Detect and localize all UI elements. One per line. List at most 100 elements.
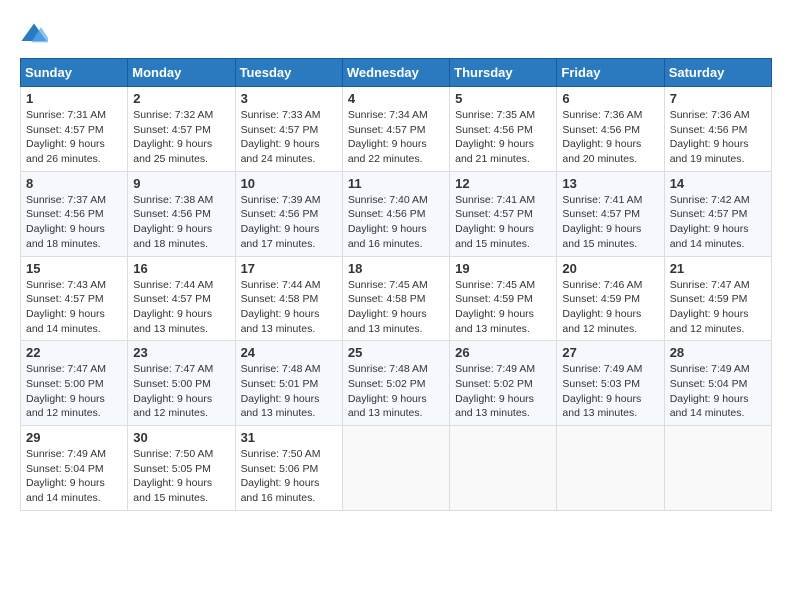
day-number: 9 bbox=[133, 176, 229, 191]
day-number: 15 bbox=[26, 261, 122, 276]
calendar-cell: 25 Sunrise: 7:48 AMSunset: 5:02 PMDaylig… bbox=[342, 341, 449, 426]
day-number: 8 bbox=[26, 176, 122, 191]
logo-icon bbox=[20, 20, 48, 48]
day-number: 14 bbox=[670, 176, 766, 191]
calendar-cell: 17 Sunrise: 7:44 AMSunset: 4:58 PMDaylig… bbox=[235, 256, 342, 341]
day-number: 10 bbox=[241, 176, 337, 191]
day-number: 24 bbox=[241, 345, 337, 360]
day-number: 17 bbox=[241, 261, 337, 276]
day-info: Sunrise: 7:38 AMSunset: 4:56 PMDaylight:… bbox=[133, 194, 213, 250]
calendar-cell: 1 Sunrise: 7:31 AMSunset: 4:57 PMDayligh… bbox=[21, 87, 128, 172]
day-info: Sunrise: 7:50 AMSunset: 5:05 PMDaylight:… bbox=[133, 448, 213, 504]
calendar-cell: 9 Sunrise: 7:38 AMSunset: 4:56 PMDayligh… bbox=[128, 171, 235, 256]
calendar-cell: 14 Sunrise: 7:42 AMSunset: 4:57 PMDaylig… bbox=[664, 171, 771, 256]
day-info: Sunrise: 7:36 AMSunset: 4:56 PMDaylight:… bbox=[562, 109, 642, 165]
calendar-cell: 11 Sunrise: 7:40 AMSunset: 4:56 PMDaylig… bbox=[342, 171, 449, 256]
day-info: Sunrise: 7:49 AMSunset: 5:04 PMDaylight:… bbox=[670, 363, 750, 419]
day-number: 2 bbox=[133, 91, 229, 106]
day-header-monday: Monday bbox=[128, 59, 235, 87]
day-info: Sunrise: 7:43 AMSunset: 4:57 PMDaylight:… bbox=[26, 279, 106, 335]
day-header-sunday: Sunday bbox=[21, 59, 128, 87]
day-info: Sunrise: 7:32 AMSunset: 4:57 PMDaylight:… bbox=[133, 109, 213, 165]
day-info: Sunrise: 7:45 AMSunset: 4:59 PMDaylight:… bbox=[455, 279, 535, 335]
calendar-week-row: 22 Sunrise: 7:47 AMSunset: 5:00 PMDaylig… bbox=[21, 341, 772, 426]
day-info: Sunrise: 7:33 AMSunset: 4:57 PMDaylight:… bbox=[241, 109, 321, 165]
calendar-cell bbox=[557, 426, 664, 511]
day-info: Sunrise: 7:48 AMSunset: 5:02 PMDaylight:… bbox=[348, 363, 428, 419]
day-number: 29 bbox=[26, 430, 122, 445]
calendar-cell: 10 Sunrise: 7:39 AMSunset: 4:56 PMDaylig… bbox=[235, 171, 342, 256]
day-info: Sunrise: 7:46 AMSunset: 4:59 PMDaylight:… bbox=[562, 279, 642, 335]
day-info: Sunrise: 7:44 AMSunset: 4:57 PMDaylight:… bbox=[133, 279, 213, 335]
day-number: 22 bbox=[26, 345, 122, 360]
day-number: 31 bbox=[241, 430, 337, 445]
day-header-thursday: Thursday bbox=[450, 59, 557, 87]
day-info: Sunrise: 7:34 AMSunset: 4:57 PMDaylight:… bbox=[348, 109, 428, 165]
day-number: 13 bbox=[562, 176, 658, 191]
calendar-cell: 20 Sunrise: 7:46 AMSunset: 4:59 PMDaylig… bbox=[557, 256, 664, 341]
day-number: 25 bbox=[348, 345, 444, 360]
day-info: Sunrise: 7:41 AMSunset: 4:57 PMDaylight:… bbox=[562, 194, 642, 250]
day-number: 1 bbox=[26, 91, 122, 106]
calendar-cell: 13 Sunrise: 7:41 AMSunset: 4:57 PMDaylig… bbox=[557, 171, 664, 256]
day-info: Sunrise: 7:36 AMSunset: 4:56 PMDaylight:… bbox=[670, 109, 750, 165]
calendar-cell: 12 Sunrise: 7:41 AMSunset: 4:57 PMDaylig… bbox=[450, 171, 557, 256]
calendar-table: SundayMondayTuesdayWednesdayThursdayFrid… bbox=[20, 58, 772, 511]
calendar-week-row: 15 Sunrise: 7:43 AMSunset: 4:57 PMDaylig… bbox=[21, 256, 772, 341]
day-number: 27 bbox=[562, 345, 658, 360]
calendar-cell: 5 Sunrise: 7:35 AMSunset: 4:56 PMDayligh… bbox=[450, 87, 557, 172]
calendar-cell: 6 Sunrise: 7:36 AMSunset: 4:56 PMDayligh… bbox=[557, 87, 664, 172]
day-number: 12 bbox=[455, 176, 551, 191]
day-header-friday: Friday bbox=[557, 59, 664, 87]
calendar-cell: 27 Sunrise: 7:49 AMSunset: 5:03 PMDaylig… bbox=[557, 341, 664, 426]
day-info: Sunrise: 7:50 AMSunset: 5:06 PMDaylight:… bbox=[241, 448, 321, 504]
calendar-cell: 16 Sunrise: 7:44 AMSunset: 4:57 PMDaylig… bbox=[128, 256, 235, 341]
day-header-wednesday: Wednesday bbox=[342, 59, 449, 87]
calendar-cell: 24 Sunrise: 7:48 AMSunset: 5:01 PMDaylig… bbox=[235, 341, 342, 426]
day-info: Sunrise: 7:42 AMSunset: 4:57 PMDaylight:… bbox=[670, 194, 750, 250]
day-number: 30 bbox=[133, 430, 229, 445]
calendar-week-row: 29 Sunrise: 7:49 AMSunset: 5:04 PMDaylig… bbox=[21, 426, 772, 511]
day-number: 16 bbox=[133, 261, 229, 276]
calendar-week-row: 1 Sunrise: 7:31 AMSunset: 4:57 PMDayligh… bbox=[21, 87, 772, 172]
day-info: Sunrise: 7:41 AMSunset: 4:57 PMDaylight:… bbox=[455, 194, 535, 250]
calendar-header-row: SundayMondayTuesdayWednesdayThursdayFrid… bbox=[21, 59, 772, 87]
day-number: 20 bbox=[562, 261, 658, 276]
day-info: Sunrise: 7:31 AMSunset: 4:57 PMDaylight:… bbox=[26, 109, 106, 165]
day-info: Sunrise: 7:40 AMSunset: 4:56 PMDaylight:… bbox=[348, 194, 428, 250]
calendar-cell: 22 Sunrise: 7:47 AMSunset: 5:00 PMDaylig… bbox=[21, 341, 128, 426]
calendar-cell: 18 Sunrise: 7:45 AMSunset: 4:58 PMDaylig… bbox=[342, 256, 449, 341]
day-info: Sunrise: 7:47 AMSunset: 5:00 PMDaylight:… bbox=[133, 363, 213, 419]
day-number: 21 bbox=[670, 261, 766, 276]
day-info: Sunrise: 7:49 AMSunset: 5:04 PMDaylight:… bbox=[26, 448, 106, 504]
day-info: Sunrise: 7:47 AMSunset: 4:59 PMDaylight:… bbox=[670, 279, 750, 335]
day-info: Sunrise: 7:49 AMSunset: 5:03 PMDaylight:… bbox=[562, 363, 642, 419]
calendar-cell: 4 Sunrise: 7:34 AMSunset: 4:57 PMDayligh… bbox=[342, 87, 449, 172]
calendar-cell: 29 Sunrise: 7:49 AMSunset: 5:04 PMDaylig… bbox=[21, 426, 128, 511]
day-info: Sunrise: 7:49 AMSunset: 5:02 PMDaylight:… bbox=[455, 363, 535, 419]
logo bbox=[20, 20, 48, 48]
page-header bbox=[20, 20, 772, 48]
day-number: 3 bbox=[241, 91, 337, 106]
day-info: Sunrise: 7:48 AMSunset: 5:01 PMDaylight:… bbox=[241, 363, 321, 419]
day-header-tuesday: Tuesday bbox=[235, 59, 342, 87]
day-info: Sunrise: 7:44 AMSunset: 4:58 PMDaylight:… bbox=[241, 279, 321, 335]
day-number: 4 bbox=[348, 91, 444, 106]
calendar-cell: 15 Sunrise: 7:43 AMSunset: 4:57 PMDaylig… bbox=[21, 256, 128, 341]
calendar-cell: 31 Sunrise: 7:50 AMSunset: 5:06 PMDaylig… bbox=[235, 426, 342, 511]
calendar-cell bbox=[664, 426, 771, 511]
day-info: Sunrise: 7:37 AMSunset: 4:56 PMDaylight:… bbox=[26, 194, 106, 250]
day-number: 19 bbox=[455, 261, 551, 276]
calendar-cell: 30 Sunrise: 7:50 AMSunset: 5:05 PMDaylig… bbox=[128, 426, 235, 511]
calendar-cell: 21 Sunrise: 7:47 AMSunset: 4:59 PMDaylig… bbox=[664, 256, 771, 341]
day-number: 23 bbox=[133, 345, 229, 360]
day-info: Sunrise: 7:45 AMSunset: 4:58 PMDaylight:… bbox=[348, 279, 428, 335]
calendar-cell bbox=[450, 426, 557, 511]
calendar-cell: 2 Sunrise: 7:32 AMSunset: 4:57 PMDayligh… bbox=[128, 87, 235, 172]
calendar-cell: 8 Sunrise: 7:37 AMSunset: 4:56 PMDayligh… bbox=[21, 171, 128, 256]
day-number: 28 bbox=[670, 345, 766, 360]
day-info: Sunrise: 7:35 AMSunset: 4:56 PMDaylight:… bbox=[455, 109, 535, 165]
day-number: 11 bbox=[348, 176, 444, 191]
day-number: 5 bbox=[455, 91, 551, 106]
calendar-cell: 19 Sunrise: 7:45 AMSunset: 4:59 PMDaylig… bbox=[450, 256, 557, 341]
